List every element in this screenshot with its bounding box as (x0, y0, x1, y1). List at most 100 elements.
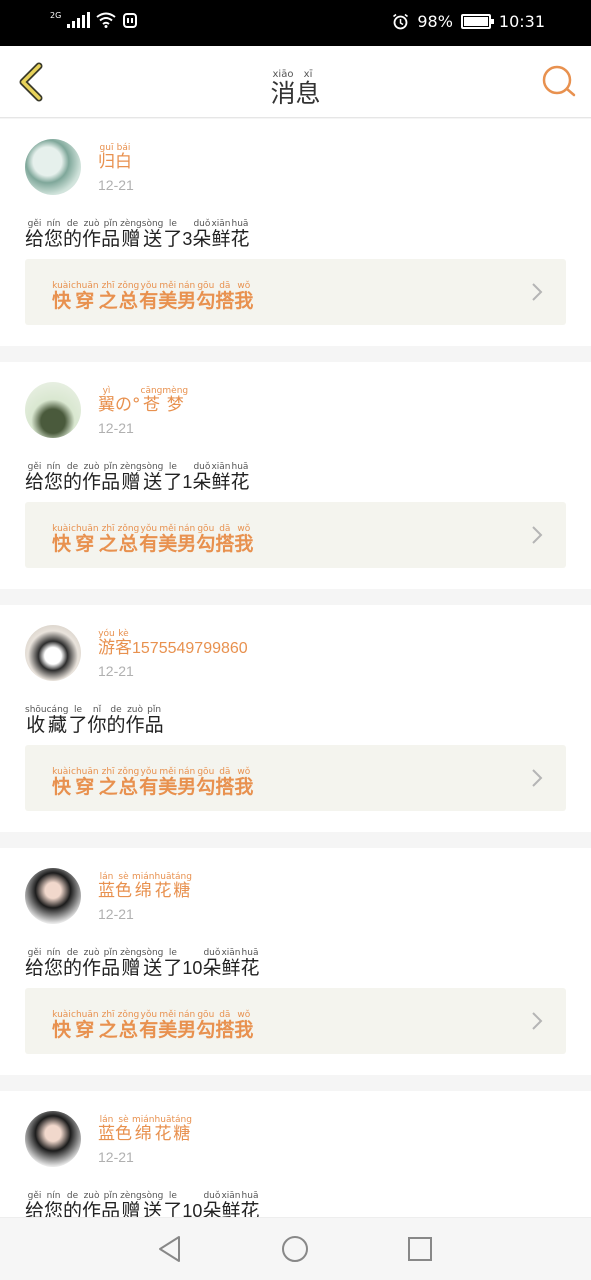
ruby-char: yǒu 有 (139, 281, 158, 312)
hanzi-char: 总 (118, 1019, 138, 1041)
user-name[interactable]: lán 蓝 sè 色 mián 绵 huā 花 táng 糖 (98, 1115, 192, 1144)
hanzi-char: 之 (98, 1019, 118, 1041)
ruby-char: zhī 之 (99, 281, 118, 312)
ruby-char: zǒng 总 (118, 524, 140, 555)
ruby-char: gěi 给 (25, 948, 44, 979)
hanzi-char: 男 (177, 290, 197, 312)
ruby-char: huā 花 (155, 1115, 172, 1144)
avatar[interactable] (25, 1111, 81, 1167)
user-name[interactable]: yóu 游 kè 客 1575549799860 (98, 629, 248, 658)
ruby-char: の (115, 386, 132, 415)
work-link[interactable]: kuài 快 chuān 穿 zhī 之 zǒng 总 yǒu 有 měi 美 nán 男 gōu 勾 dā 搭 w… (25, 259, 566, 325)
message-list[interactable]: guī 归 bái 白 12-21 gěi 给 nín 您 de 的 zuò 作 pǐn 品 zèng 赠 sòn… (0, 119, 591, 1217)
hanzi-char: 作 (82, 471, 102, 493)
work-link[interactable]: kuài 快 chuān 穿 zhī 之 zǒng 总 yǒu 有 měi 美 nán 男 gōu 勾 dā 搭 w… (25, 745, 566, 811)
hanzi-char: 美 (158, 290, 178, 312)
ruby-char: yǒu 有 (139, 524, 158, 555)
work-link[interactable]: kuài 快 chuān 穿 zhī 之 zǒng 总 yǒu 有 měi 美 nán 男 gōu 勾 dā 搭 w… (25, 988, 566, 1054)
hanzi-char: 作 (125, 714, 145, 736)
hanzi-char: 有 (139, 533, 159, 555)
ruby-char: yóu 游 (98, 629, 115, 658)
hanzi-char: 之 (98, 290, 118, 312)
page-title-text: xiāo 消 xī 息 (270, 70, 320, 108)
search-icon[interactable] (541, 64, 577, 100)
hanzi-char: 作 (82, 957, 102, 979)
user-name[interactable]: guī 归 bái 白 (98, 143, 132, 172)
hanzi-char: 你 (87, 714, 107, 736)
ruby-char: de 的 (63, 948, 82, 979)
hanzi-char: 作 (82, 228, 102, 250)
ruby-char: zuò 作 (126, 705, 145, 736)
avatar[interactable] (25, 382, 81, 438)
ruby-char: de 的 (107, 705, 126, 736)
ruby-char: chuān 穿 (71, 281, 99, 312)
user-name[interactable]: lán 蓝 sè 色 mián 绵 huā 花 táng 糖 (98, 872, 192, 901)
status-right: 98% 10:31 (392, 12, 545, 31)
message-card[interactable]: guī 归 bái 白 12-21 gěi 给 nín 您 de 的 zuò 作 pǐn 品 zèng 赠 sòn… (0, 119, 591, 346)
hanzi-char: 穿 (75, 290, 95, 312)
hanzi-char: 男 (177, 776, 197, 798)
ruby-char: le 了 (163, 219, 182, 250)
hanzi-char: 赠 (121, 1200, 141, 1217)
status-bar: 2G 98% 10:31 (0, 0, 591, 46)
ruby-char: sòng 送 (142, 948, 164, 979)
hanzi-char: 了 (163, 471, 183, 493)
hanzi-char: 穿 (75, 533, 95, 555)
ruby-char: huā 花 (241, 948, 260, 979)
hanzi-char: 绵 (134, 881, 152, 901)
ruby-char: duǒ 朵 (202, 1191, 221, 1217)
ruby-char: dā 搭 (215, 1010, 234, 1041)
network-type: 2G (50, 11, 62, 20)
ruby-char: chuān 穿 (71, 524, 99, 555)
hanzi-char: 送 (143, 957, 163, 979)
message-card[interactable]: yóu 游 kè 客 1575549799860 12-21 shōu 收 cáng 藏 le 了 nǐ… (0, 605, 591, 832)
user-name[interactable]: yì 翼の ° cāng 苍 mèng 梦 (98, 386, 188, 415)
hanzi-char: 勾 (196, 290, 216, 312)
circle-home-icon[interactable] (280, 1234, 310, 1264)
nfc-icon (123, 13, 138, 28)
hanzi-char: 送 (143, 228, 163, 250)
ruby-char: wǒ 我 (234, 1010, 253, 1041)
square-recents-icon[interactable] (405, 1234, 435, 1264)
clock: 10:31 (498, 12, 545, 31)
triangle-back-icon[interactable] (155, 1234, 185, 1264)
card-header: yì 翼の ° cāng 苍 mèng 梦 12-21 (25, 362, 566, 452)
hanzi-char: 您 (44, 957, 64, 979)
ruby-char: xiān 鲜 (221, 1191, 240, 1217)
hanzi-char: 总 (118, 776, 138, 798)
ruby-char: de 的 (63, 462, 82, 493)
ruby-char: chuān 穿 (71, 1010, 99, 1041)
hanzi-char: 色 (115, 881, 132, 901)
message-date: 12-21 (98, 420, 134, 436)
message-date: 12-21 (98, 663, 134, 679)
battery-level (463, 17, 488, 26)
hanzi-char: 作 (82, 1200, 102, 1217)
avatar[interactable] (25, 625, 81, 681)
message-card[interactable]: yì 翼の ° cāng 苍 mèng 梦 12-21 gěi 给 nín 您 de 的 zuò 作 pǐn 品 z… (0, 362, 591, 589)
hanzi-char: 鲜 (221, 957, 241, 979)
ruby-char: zuò 作 (82, 219, 101, 250)
ruby-char: dā 搭 (215, 524, 234, 555)
ruby-char: xiān 鲜 (221, 948, 240, 979)
ruby-char: lán 蓝 (98, 1115, 115, 1144)
hanzi-char: 穿 (75, 1019, 95, 1041)
ruby-char: gōu 勾 (196, 767, 215, 798)
ruby-char: měi 美 (158, 1010, 177, 1041)
work-link[interactable]: kuài 快 chuān 穿 zhī 之 zǒng 总 yǒu 有 měi 美 nán 男 gōu 勾 dā 搭 w… (25, 502, 566, 568)
message-card[interactable]: lán 蓝 sè 色 mián 绵 huā 花 táng 糖 12-21 gěi 给 nín 您 de 的 zuò… (0, 1091, 591, 1217)
signal-icon (67, 12, 91, 28)
hanzi-char: 绵 (134, 1124, 152, 1144)
avatar[interactable] (25, 868, 81, 924)
number-text: 1 (182, 472, 193, 493)
work-title: kuài 快 chuān 穿 zhī 之 zǒng 总 yǒu 有 měi 美 nán 男 gōu 勾 dā 搭 w… (52, 524, 253, 555)
ruby-char: sè 色 (115, 1115, 132, 1144)
chevron-right-icon (532, 769, 543, 787)
hanzi-char: ° (132, 395, 141, 415)
message-card[interactable]: lán 蓝 sè 色 mián 绵 huā 花 táng 糖 12-21 gěi 给 nín 您 de 的 zuò… (0, 848, 591, 1075)
ruby-char: pǐn 品 (145, 705, 164, 736)
hanzi-char: 总 (118, 290, 138, 312)
avatar[interactable] (25, 139, 81, 195)
hanzi-char: 糖 (173, 881, 191, 901)
ruby-char: cáng 藏 (47, 705, 69, 736)
battery-icon (460, 14, 494, 29)
